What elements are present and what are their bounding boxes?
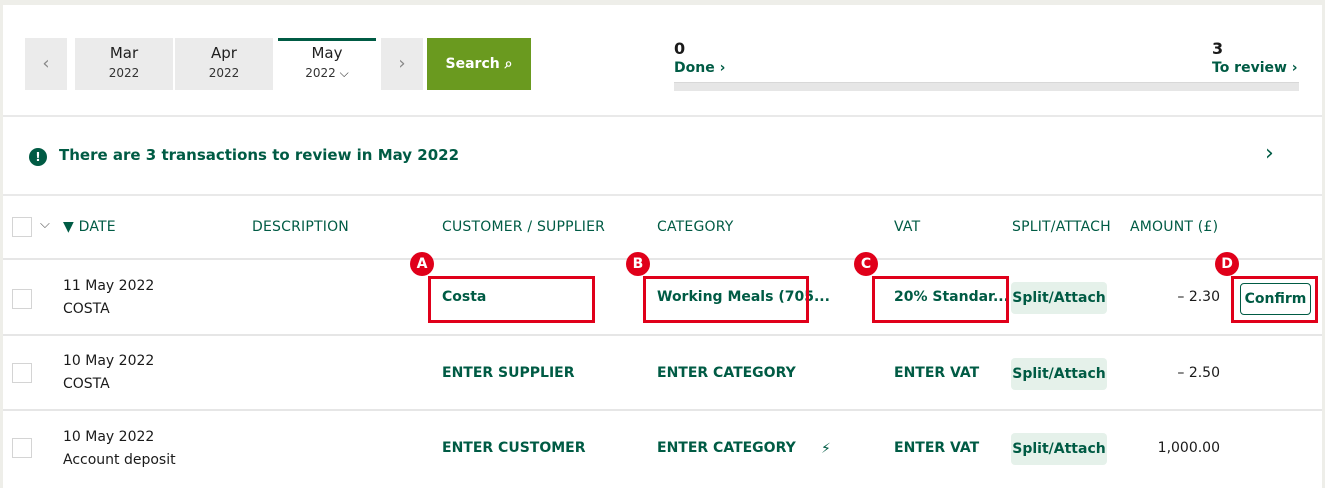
month-label: Mar xyxy=(109,44,139,62)
enter-customer-field[interactable]: ENTER CUSTOMER xyxy=(442,440,586,456)
chevron-left-icon: ‹ xyxy=(42,53,50,74)
month-mar[interactable]: Mar 2022 xyxy=(75,38,173,90)
done-link[interactable]: Done › xyxy=(674,60,725,76)
category-column-header: CATEGORY xyxy=(657,219,734,235)
transaction-date: 10 May 2022 xyxy=(63,353,155,369)
split-attach-button[interactable]: Split/Attach xyxy=(1011,282,1107,314)
row-checkbox[interactable] xyxy=(12,363,32,383)
transaction-amount: – 2.50 xyxy=(1177,365,1220,381)
split-attach-button[interactable]: Split/Attach xyxy=(1011,358,1107,390)
annotation-marker-c: C xyxy=(854,252,878,276)
info-icon: ! xyxy=(29,148,47,166)
review-banner-text: There are 3 transactions to review in Ma… xyxy=(59,146,460,164)
enter-category-field[interactable]: ENTER CATEGORY xyxy=(657,440,796,456)
row-separator xyxy=(3,409,1322,411)
divider xyxy=(3,115,1322,117)
row-checkbox[interactable] xyxy=(12,438,32,458)
prev-month-button[interactable]: ‹ xyxy=(25,38,67,90)
divider xyxy=(3,194,1322,196)
row-checkbox[interactable] xyxy=(12,289,32,309)
next-month-button[interactable]: › xyxy=(381,38,423,90)
search-button[interactable]: Search ⌕ xyxy=(427,38,531,90)
progress-bar xyxy=(674,82,1299,91)
date-column-header[interactable]: ▼ DATE xyxy=(63,219,116,235)
chevron-right-icon: › xyxy=(398,53,406,74)
done-count: 0 xyxy=(674,39,686,58)
split-attach-column-header: SPLIT/ATTACH xyxy=(1012,219,1111,235)
row-separator xyxy=(3,334,1322,336)
select-options-chevron-down-icon[interactable]: ⌵ xyxy=(40,217,50,232)
search-icon: ⌕ xyxy=(504,56,513,72)
lightning-icon: ⚡ xyxy=(821,441,831,457)
description-column-header: DESCRIPTION xyxy=(252,219,349,235)
enter-vat-field[interactable]: ENTER VAT xyxy=(894,440,979,456)
month-label: Apr xyxy=(211,44,237,62)
month-apr[interactable]: Apr 2022 xyxy=(175,38,273,90)
enter-category-field[interactable]: ENTER CATEGORY xyxy=(657,365,796,381)
transactions-panel: ‹ Mar 2022 Apr 2022 May 2022 ⌵ › Search … xyxy=(3,5,1322,488)
enter-vat-field[interactable]: ENTER VAT xyxy=(894,365,979,381)
annotation-box-c xyxy=(872,276,1009,323)
to-review-link[interactable]: To review › xyxy=(1212,60,1298,76)
transaction-description: Account deposit xyxy=(63,452,176,468)
annotation-marker-a: A xyxy=(410,252,434,276)
vat-column-header: VAT xyxy=(894,219,921,235)
annotation-box-b xyxy=(643,276,809,323)
transaction-description: COSTA xyxy=(63,376,110,392)
row-separator xyxy=(3,258,1322,260)
amount-column-header: AMOUNT (£) xyxy=(1130,219,1219,235)
transaction-date: 10 May 2022 xyxy=(63,429,155,445)
annotation-marker-b: B xyxy=(626,252,650,276)
month-may[interactable]: May 2022 ⌵ xyxy=(278,38,376,90)
review-count: 3 xyxy=(1212,39,1224,58)
transaction-amount: 1,000.00 xyxy=(1157,440,1220,456)
split-attach-button[interactable]: Split/Attach xyxy=(1011,433,1107,465)
month-year: 2022 xyxy=(208,66,240,80)
month-year: 2022 xyxy=(108,66,140,80)
annotation-marker-d: D xyxy=(1215,252,1239,276)
banner-chevron-right-icon[interactable]: › xyxy=(1265,141,1274,166)
search-button-label: Search xyxy=(445,56,500,72)
enter-supplier-field[interactable]: ENTER SUPPLIER xyxy=(442,365,575,381)
month-label: May xyxy=(311,44,343,62)
annotation-box-d xyxy=(1231,276,1318,323)
select-all-checkbox[interactable] xyxy=(12,217,32,237)
annotation-box-a xyxy=(428,276,595,323)
month-year-dropdown: 2022 ⌵ xyxy=(305,66,349,80)
customer-supplier-column-header: CUSTOMER / SUPPLIER xyxy=(442,219,606,235)
transaction-description: COSTA xyxy=(63,301,110,317)
transaction-amount: – 2.30 xyxy=(1177,289,1220,305)
transaction-date: 11 May 2022 xyxy=(63,278,155,294)
